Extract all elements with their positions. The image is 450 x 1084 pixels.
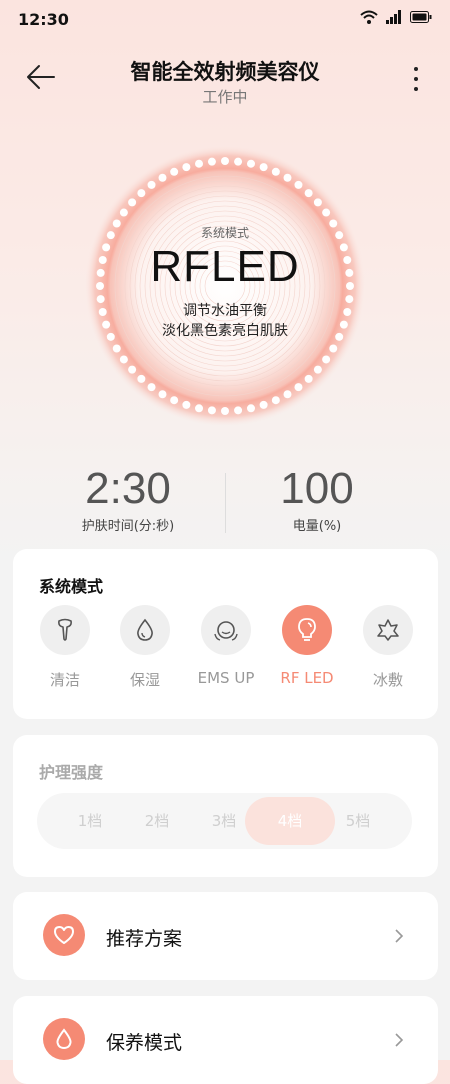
mode-icon-circle-active [282, 605, 332, 655]
recommend-plan-row[interactable]: 推荐方案 [13, 892, 438, 980]
mode-icon-circle [120, 605, 170, 655]
battery-value: 100 [280, 464, 354, 513]
mode-label-ice: 冰敷 [372, 671, 403, 689]
level-5[interactable]: 5档 [313, 797, 403, 845]
intensity-card: 护理强度 1档 2档 3档 4档 5档 [13, 735, 438, 877]
more-button[interactable] [404, 64, 428, 96]
snowflake-star-icon [377, 619, 399, 641]
status-bar: 12:30 [0, 0, 450, 40]
mode-moisturize[interactable]: 保湿 [105, 605, 185, 690]
status-icons [360, 10, 432, 24]
mode-label-cleanse: 清洁 [49, 671, 80, 689]
page-subtitle: 工作中 [202, 88, 248, 106]
skin-time-label: 护肤时间(分:秒) [81, 519, 175, 534]
battery-icon [410, 11, 432, 23]
mode-label-ems-up: EMS UP [197, 669, 255, 687]
wifi-icon [360, 10, 378, 24]
system-mode-title: 系统模式 [39, 577, 104, 596]
skin-time-value: 2:30 [85, 464, 171, 513]
app-header: 智能全效射频美容仪 工作中 [0, 48, 450, 118]
heart-icon [54, 926, 74, 944]
status-time: 12:30 [18, 10, 69, 29]
battery-label: 电量(%) [292, 519, 342, 534]
water-drop-icon [56, 1028, 72, 1050]
mode-caption: 系统模式 [200, 226, 249, 240]
intensity-title: 护理强度 [39, 763, 104, 782]
recommend-plan-label: 推荐方案 [106, 928, 183, 950]
water-drop-icon [137, 618, 153, 641]
care-mode-label: 保养模式 [106, 1032, 183, 1054]
mode-icon-circle [40, 605, 90, 655]
system-mode-card: 系统模式 清洁 保湿 EMS UP RF LED 冰敷 [13, 549, 438, 719]
signal-icon [386, 10, 401, 24]
mode-icon-circle [363, 605, 413, 655]
ring-text: 系统模式 RFLED 调节水油平衡 淡化黑色素亮白肌肤 [85, 146, 365, 426]
mode-label-moisturize: 保湿 [129, 671, 160, 689]
mode-ems-up[interactable]: EMS UP [186, 605, 266, 687]
mode-description-line2: 淡化黑色素亮白肌肤 [162, 323, 288, 339]
intensity-selector: 1档 2档 3档 4档 5档 [37, 793, 412, 849]
chevron-right-icon [395, 1033, 404, 1047]
page-title: 智能全效射频美容仪 [130, 60, 320, 84]
mode-rf-led[interactable]: RF LED [267, 605, 347, 687]
mode-description-line1: 调节水油平衡 [183, 303, 267, 319]
mode-label-rf-led: RF LED [280, 669, 334, 687]
mode-list: 清洁 保湿 EMS UP RF LED 冰敷 [13, 605, 438, 695]
chevron-right-icon [395, 929, 404, 943]
mode-icon-circle [201, 605, 251, 655]
heart-icon-circle [43, 914, 85, 956]
battery-stat: 100 电量(%) [217, 464, 417, 535]
current-mode: RFLED [150, 242, 300, 291]
care-mode-row[interactable]: 保养模式 [13, 996, 438, 1084]
mode-ice[interactable]: 冰敷 [348, 605, 428, 690]
device-ring: 系统模式 RFLED 调节水油平衡 淡化黑色素亮白肌肤 [85, 146, 365, 426]
cleanser-icon [58, 618, 72, 641]
light-bulb-icon [298, 618, 316, 641]
more-vertical-icon [414, 67, 418, 91]
skin-time-stat: 2:30 护肤时间(分:秒) [28, 464, 228, 535]
drop-icon-circle [43, 1018, 85, 1060]
face-lift-icon [214, 621, 238, 641]
mode-cleanse[interactable]: 清洁 [25, 605, 105, 690]
stats-panel: 2:30 护肤时间(分:秒) 100 电量(%) [0, 465, 450, 535]
